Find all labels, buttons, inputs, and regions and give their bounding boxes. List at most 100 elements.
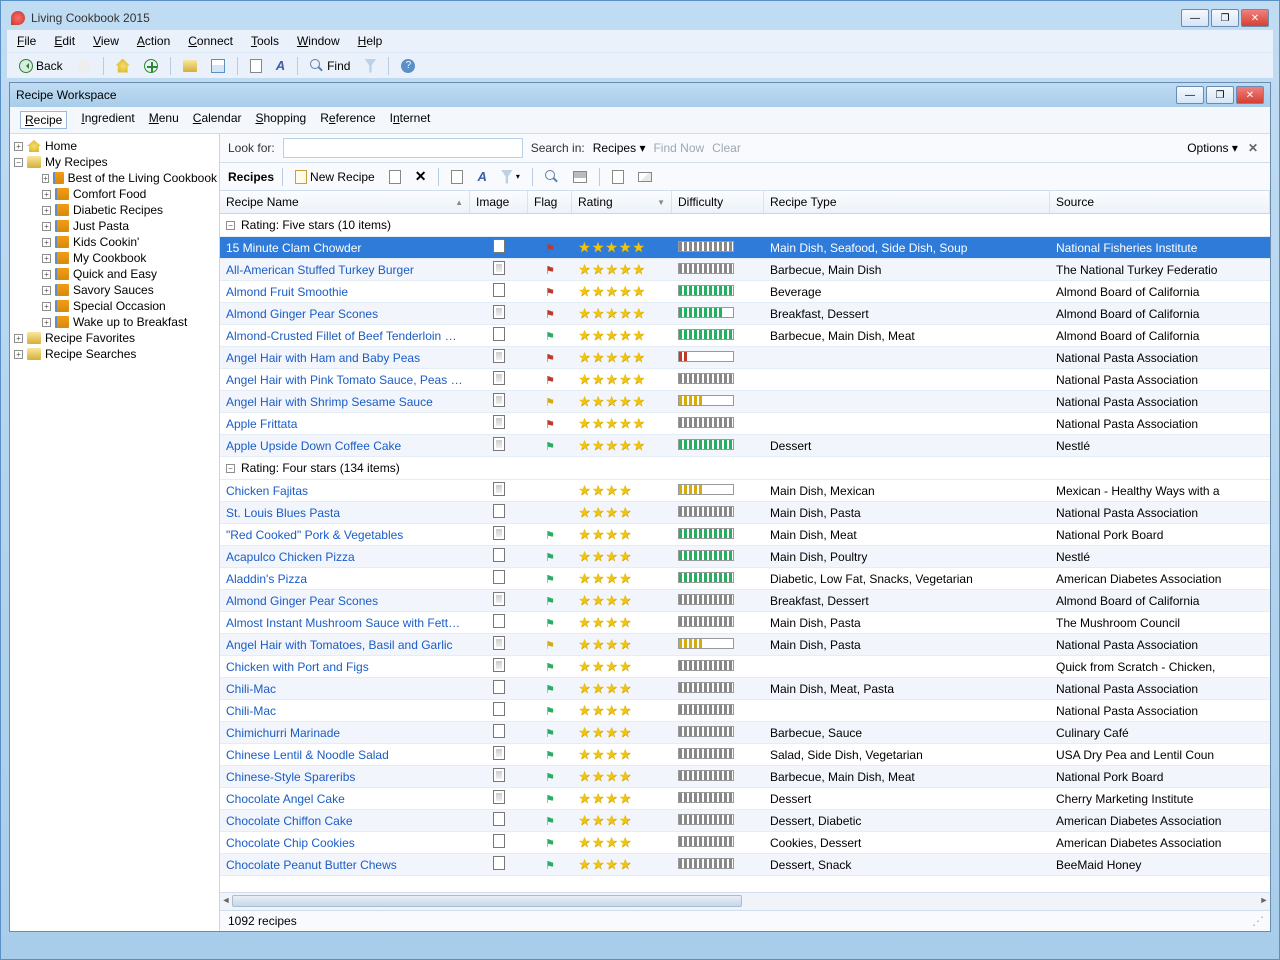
tab-internet[interactable]: Internet bbox=[390, 111, 431, 129]
tb-page-button[interactable] bbox=[447, 168, 467, 186]
tree-node[interactable]: +Just Pasta bbox=[12, 218, 217, 234]
recipe-row[interactable]: Chimichurri Marinade⚑★★★★Barbecue, Sauce… bbox=[220, 722, 1270, 744]
scroll-left-icon[interactable]: ◄ bbox=[220, 895, 232, 907]
maximize-button[interactable]: ❐ bbox=[1211, 9, 1239, 27]
add-button[interactable] bbox=[140, 57, 162, 75]
close-button[interactable]: ✕ bbox=[1241, 9, 1269, 27]
grid-body[interactable]: −Rating: Five stars (10 items)15 Minute … bbox=[220, 214, 1270, 892]
expand-icon[interactable]: − bbox=[14, 158, 23, 167]
horizontal-scrollbar[interactable]: ◄ ► bbox=[220, 892, 1270, 910]
column-difficulty[interactable]: Difficulty bbox=[672, 191, 764, 213]
tree-node[interactable]: +Recipe Searches bbox=[12, 346, 217, 362]
recipe-row[interactable]: Apple Upside Down Coffee Cake⚑★★★★★Desse… bbox=[220, 435, 1270, 457]
ws-minimize-button[interactable]: — bbox=[1176, 86, 1204, 104]
menu-file[interactable]: File bbox=[17, 34, 36, 48]
tree-node[interactable]: +My Cookbook bbox=[12, 250, 217, 266]
recipe-row[interactable]: Almond Ginger Pear Scones⚑★★★★Breakfast,… bbox=[220, 590, 1270, 612]
recipe-row[interactable]: Chocolate Chiffon Cake⚑★★★★Dessert, Diab… bbox=[220, 810, 1270, 832]
recipe-row[interactable]: Angel Hair with Tomatoes, Basil and Garl… bbox=[220, 634, 1270, 656]
recipe-row[interactable]: Almond-Crusted Fillet of Beef Tenderloin… bbox=[220, 325, 1270, 347]
expand-icon[interactable]: + bbox=[42, 254, 51, 263]
help-button[interactable]: ? bbox=[397, 57, 419, 75]
tab-calendar[interactable]: Calendar bbox=[193, 111, 242, 129]
minimize-button[interactable]: — bbox=[1181, 9, 1209, 27]
tab-menu[interactable]: Menu bbox=[149, 111, 179, 129]
group-header[interactable]: −Rating: Four stars (134 items) bbox=[220, 457, 1270, 480]
expand-icon[interactable]: + bbox=[42, 318, 51, 327]
menu-window[interactable]: Window bbox=[297, 34, 340, 48]
expand-icon[interactable]: + bbox=[42, 206, 51, 215]
email-button[interactable] bbox=[634, 170, 656, 184]
tab-reference[interactable]: Reference bbox=[320, 111, 375, 129]
font-button[interactable]: A bbox=[272, 56, 289, 75]
forward-button[interactable] bbox=[73, 57, 95, 75]
column-recipe-name[interactable]: Recipe Name▲ bbox=[220, 191, 470, 213]
search-input[interactable] bbox=[283, 138, 523, 158]
tree-node[interactable]: +Quick and Easy bbox=[12, 266, 217, 282]
group-header[interactable]: −Rating: Five stars (10 items) bbox=[220, 214, 1270, 237]
recipe-row[interactable]: Almost Instant Mushroom Sauce with Fettu… bbox=[220, 612, 1270, 634]
close-search-button[interactable]: ✕ bbox=[1244, 141, 1262, 155]
expand-icon[interactable]: + bbox=[42, 190, 51, 199]
recipe-row[interactable]: Chocolate Angel Cake⚑★★★★DessertCherry M… bbox=[220, 788, 1270, 810]
menu-action[interactable]: Action bbox=[137, 34, 170, 48]
expand-icon[interactable]: + bbox=[42, 270, 51, 279]
tree-node[interactable]: +Home bbox=[12, 138, 217, 154]
recipe-row[interactable]: "Red Cooked" Pork & Vegetables⚑★★★★Main … bbox=[220, 524, 1270, 546]
export-button[interactable] bbox=[608, 168, 628, 186]
menu-view[interactable]: View bbox=[93, 34, 119, 48]
resize-grip[interactable]: ⋰ bbox=[1252, 914, 1262, 928]
expand-icon[interactable]: + bbox=[42, 286, 51, 295]
collapse-icon[interactable]: − bbox=[226, 464, 235, 473]
menu-help[interactable]: Help bbox=[358, 34, 383, 48]
tb-filter-button[interactable]: ▾ bbox=[497, 168, 524, 186]
tree-node[interactable]: +Diabetic Recipes bbox=[12, 202, 217, 218]
ws-maximize-button[interactable]: ❐ bbox=[1206, 86, 1234, 104]
recipe-row[interactable]: St. Louis Blues Pasta★★★★Main Dish, Past… bbox=[220, 502, 1270, 524]
tab-recipe[interactable]: Recipe bbox=[20, 111, 67, 129]
tab-shopping[interactable]: Shopping bbox=[255, 111, 306, 129]
tree-node[interactable]: −My Recipes bbox=[12, 154, 217, 170]
column-recipe-type[interactable]: Recipe Type bbox=[764, 191, 1050, 213]
expand-icon[interactable]: + bbox=[42, 174, 49, 183]
delete-button[interactable]: ✕ bbox=[411, 166, 431, 187]
tb-font-button[interactable]: A bbox=[473, 167, 490, 186]
column-rating[interactable]: Rating▼ bbox=[572, 191, 672, 213]
recipe-row[interactable]: Almond Ginger Pear Scones⚑★★★★★Breakfast… bbox=[220, 303, 1270, 325]
open-button[interactable] bbox=[179, 58, 201, 74]
tree-node[interactable]: +Best of the Living Cookbook bbox=[12, 170, 217, 186]
expand-icon[interactable]: + bbox=[14, 350, 23, 359]
recipe-row[interactable]: Chocolate Chip Cookies⚑★★★★Cookies, Dess… bbox=[220, 832, 1270, 854]
find-now-button[interactable]: Find Now bbox=[653, 141, 704, 155]
recipe-row[interactable]: Angel Hair with Ham and Baby Peas⚑★★★★★N… bbox=[220, 347, 1270, 369]
expand-icon[interactable]: + bbox=[14, 334, 23, 343]
back-button[interactable]: Back bbox=[15, 57, 67, 75]
recipe-row[interactable]: Chili-Mac⚑★★★★Main Dish, Meat, PastaNati… bbox=[220, 678, 1270, 700]
column-image[interactable]: Image bbox=[470, 191, 528, 213]
expand-icon[interactable]: + bbox=[42, 302, 51, 311]
calendar-button[interactable] bbox=[207, 57, 229, 75]
recipe-row[interactable]: Chili-Mac⚑★★★★National Pasta Association bbox=[220, 700, 1270, 722]
edit-button[interactable] bbox=[385, 168, 405, 186]
filter-button[interactable] bbox=[360, 57, 380, 75]
navigation-tree[interactable]: +Home−My Recipes+Best of the Living Cook… bbox=[10, 134, 220, 931]
collapse-icon[interactable]: − bbox=[226, 221, 235, 230]
search-scope-dropdown[interactable]: Recipes ▾ bbox=[593, 141, 646, 155]
tree-node[interactable]: +Comfort Food bbox=[12, 186, 217, 202]
print-button[interactable] bbox=[569, 169, 591, 185]
tree-node[interactable]: +Savory Sauces bbox=[12, 282, 217, 298]
tree-node[interactable]: +Kids Cookin' bbox=[12, 234, 217, 250]
menu-edit[interactable]: Edit bbox=[54, 34, 75, 48]
recipe-row[interactable]: Acapulco Chicken Pizza⚑★★★★Main Dish, Po… bbox=[220, 546, 1270, 568]
recipe-row[interactable]: Chinese-Style Spareribs⚑★★★★Barbecue, Ma… bbox=[220, 766, 1270, 788]
recipe-row[interactable]: All-American Stuffed Turkey Burger⚑★★★★★… bbox=[220, 259, 1270, 281]
options-dropdown[interactable]: Options ▾ bbox=[1187, 141, 1238, 155]
home-button[interactable] bbox=[112, 57, 134, 75]
tree-node[interactable]: +Wake up to Breakfast bbox=[12, 314, 217, 330]
recipe-row[interactable]: Chocolate Peanut Butter Chews⚑★★★★Desser… bbox=[220, 854, 1270, 876]
recipe-row[interactable]: Chicken with Port and Figs⚑★★★★Quick fro… bbox=[220, 656, 1270, 678]
menu-connect[interactable]: Connect bbox=[188, 34, 233, 48]
tree-node[interactable]: +Recipe Favorites bbox=[12, 330, 217, 346]
recipe-row[interactable]: Chicken Fajitas★★★★Main Dish, MexicanMex… bbox=[220, 480, 1270, 502]
ws-close-button[interactable]: ✕ bbox=[1236, 86, 1264, 104]
